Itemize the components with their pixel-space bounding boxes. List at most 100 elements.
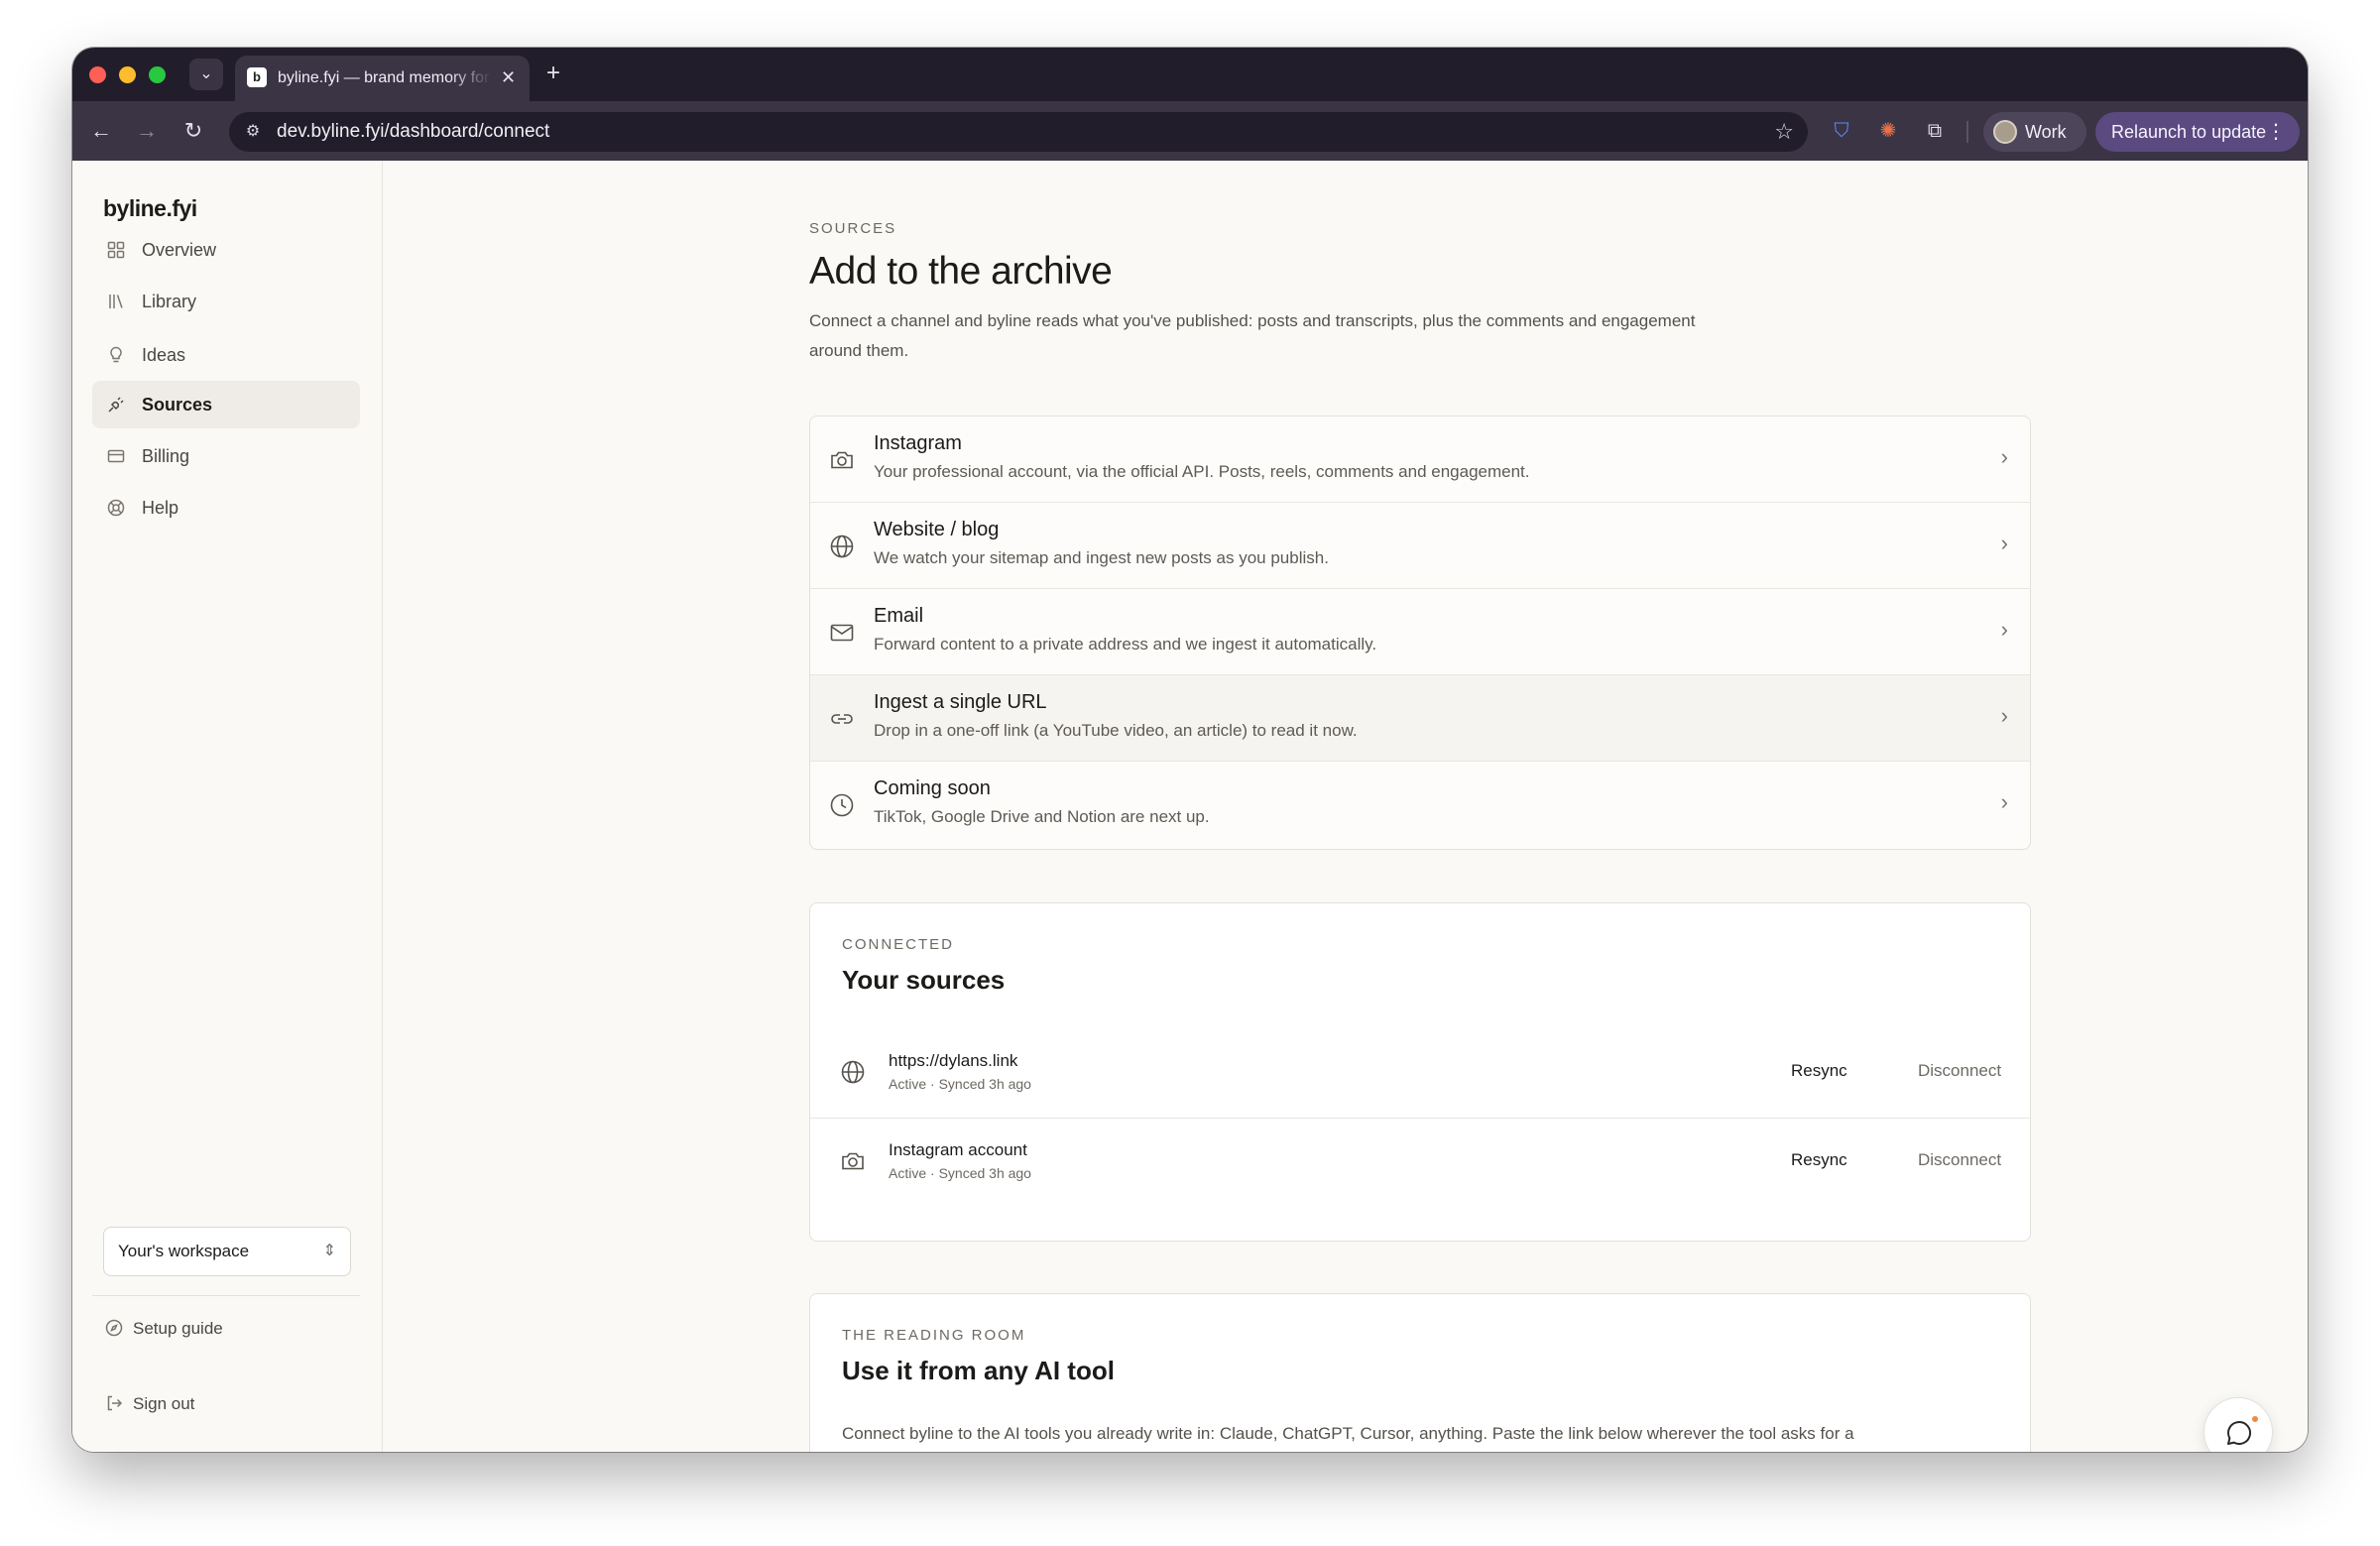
connected-eyebrow: CONNECTED — [842, 936, 955, 953]
reload-icon[interactable]: ↻ — [178, 117, 208, 145]
source-title: Email — [874, 605, 924, 627]
close-tab-icon[interactable]: ✕ — [501, 65, 516, 89]
page-intro: Connect a channel and byline reads what … — [809, 311, 1696, 360]
books-icon — [105, 278, 127, 329]
back-arrow-icon[interactable]: ← — [86, 117, 116, 145]
reading-room-eyebrow: THE READING ROOM — [842, 1327, 1026, 1344]
page-eyebrow: SOURCES — [809, 220, 897, 237]
chevron-right-icon: › — [2000, 617, 2008, 642]
favicon-icon: b — [247, 67, 267, 87]
close-window-button[interactable] — [89, 66, 106, 83]
workspace-name: Your's workspace — [118, 1242, 250, 1260]
browser-tab[interactable]: b byline.fyi — brand memory for creators… — [235, 56, 530, 101]
page-title: Add to the archive — [809, 250, 1113, 293]
lifebuoy-icon — [105, 484, 127, 535]
extensions-puzzle-icon[interactable]: ⧉ — [1921, 117, 1949, 145]
chevron-right-icon: › — [2000, 789, 2008, 814]
connected-sources-card: CONNECTED Your sources https://dylans.li… — [809, 902, 2031, 1242]
camera-icon — [840, 1148, 868, 1176]
site-settings-icon[interactable]: ⚙ — [241, 120, 265, 144]
sidebar-item-label: Sources — [142, 395, 213, 415]
notification-dot — [2250, 1414, 2260, 1424]
toolbar-divider — [1966, 121, 1968, 143]
credit-card-icon — [105, 432, 127, 484]
sidebar-divider — [92, 1295, 360, 1296]
connected-source-row: https://dylans.link Active · Synced 3h a… — [810, 1029, 2030, 1119]
camera-icon — [829, 447, 857, 475]
source-description: We watch your sitemap and ingest new pos… — [874, 548, 1329, 567]
minimize-window-button[interactable] — [119, 66, 136, 83]
browser-window: ⌄ b byline.fyi — brand memory for creato… — [72, 48, 2308, 1452]
shield-extension-icon[interactable]: ⛉ — [1828, 117, 1855, 145]
profile-button[interactable]: Work — [1983, 112, 2086, 152]
avatar — [1993, 120, 2017, 144]
setup-guide-label: Setup guide — [133, 1319, 223, 1338]
sidebar-item-billing[interactable]: Billing — [92, 432, 360, 480]
chevron-up-down-icon: ⇕ — [322, 1243, 336, 1259]
profile-label: Work — [2025, 122, 2067, 142]
reading-room-text: Connect byline to the AI tools you alrea… — [842, 1424, 1854, 1443]
kebab-menu-icon: ⋮ — [2266, 121, 2286, 143]
source-option-website[interactable]: Website / blog We watch your sitemap and… — [810, 503, 2030, 589]
sidebar-item-label: Library — [142, 292, 197, 311]
chevron-right-icon: › — [2000, 703, 2008, 728]
source-description: TikTok, Google Drive and Notion are next… — [874, 807, 1210, 826]
disconnect-button[interactable]: Disconnect — [1918, 1150, 2001, 1170]
chat-bubble-icon — [2227, 1420, 2251, 1445]
sidebar-item-label: Help — [142, 498, 179, 518]
source-title: Instagram — [874, 432, 962, 454]
grid-icon — [105, 226, 127, 278]
source-option-instagram[interactable]: Instagram Your professional account, via… — [810, 416, 2030, 503]
source-option-single-url[interactable]: Ingest a single URL Drop in a one-off li… — [810, 675, 2030, 762]
sign-out-label: Sign out — [133, 1394, 195, 1413]
globe-icon — [829, 534, 857, 561]
workspace-switcher[interactable]: Your's workspace ⇕ — [103, 1227, 351, 1276]
source-status: Active · Synced 3h ago — [889, 1165, 1031, 1181]
link-icon — [829, 706, 857, 734]
reading-room-title: Use it from any AI tool — [842, 1356, 1115, 1385]
brand-logo[interactable]: byline.fyi — [103, 195, 197, 222]
tab-strip: ⌄ b byline.fyi — brand memory for creato… — [72, 48, 2308, 101]
address-bar[interactable]: ⚙ dev.byline.fyi/dashboard/connect ☆ — [229, 112, 1808, 152]
connected-source-row: Instagram account Active · Synced 3h ago… — [810, 1119, 2030, 1208]
sidebar-item-label: Billing — [142, 446, 190, 466]
resync-button[interactable]: Resync — [1791, 1150, 1847, 1170]
compass-icon — [103, 1317, 125, 1341]
source-description: Your professional account, via the offic… — [874, 462, 1530, 481]
sparkle-extension-icon[interactable]: ✺ — [1874, 117, 1902, 145]
chevron-down-icon: ⌄ — [199, 65, 213, 82]
source-option-email[interactable]: Email Forward content to a private addre… — [810, 589, 2030, 675]
lightbulb-icon — [105, 331, 127, 383]
sign-out-link[interactable]: Sign out — [103, 1392, 194, 1416]
sidebar-item-overview[interactable]: Overview — [92, 226, 360, 274]
sidebar-item-help[interactable]: Help — [92, 484, 360, 532]
tab-search-button[interactable]: ⌄ — [189, 59, 223, 90]
globe-icon — [840, 1059, 868, 1087]
source-description: Drop in a one-off link (a YouTube video,… — [874, 721, 1358, 740]
setup-guide-link[interactable]: Setup guide — [103, 1317, 223, 1341]
bookmark-star-icon[interactable]: ☆ — [1774, 118, 1794, 146]
forward-arrow-icon[interactable]: → — [132, 117, 162, 145]
reading-room-card: THE READING ROOM Use it from any AI tool… — [809, 1293, 2031, 1452]
sidebar: byline.fyi Overview Library Ideas Source… — [72, 161, 383, 1452]
disconnect-button[interactable]: Disconnect — [1918, 1061, 2001, 1081]
maximize-window-button[interactable] — [149, 66, 166, 83]
source-options-list: Instagram Your professional account, via… — [809, 416, 2031, 850]
plug-icon — [105, 381, 127, 432]
sidebar-item-ideas[interactable]: Ideas — [92, 331, 360, 379]
url-text[interactable]: dev.byline.fyi/dashboard/connect — [277, 121, 549, 143]
sidebar-item-sources[interactable]: Sources — [92, 381, 360, 428]
source-title: Ingest a single URL — [874, 691, 1047, 713]
source-name: Instagram account — [889, 1140, 1027, 1159]
source-option-coming-soon[interactable]: Coming soon TikTok, Google Drive and Not… — [810, 762, 2030, 848]
browser-toolbar: ← → ↻ ⚙ dev.byline.fyi/dashboard/connect… — [72, 101, 2308, 161]
relaunch-button[interactable]: Relaunch to update ⋮ — [2095, 112, 2300, 152]
chevron-right-icon: › — [2000, 531, 2008, 555]
mail-icon — [829, 620, 857, 648]
resync-button[interactable]: Resync — [1791, 1061, 1847, 1081]
new-tab-icon[interactable]: + — [546, 59, 560, 87]
main-content: SOURCES Add to the archive Connect a cha… — [384, 161, 2308, 1452]
source-status: Active · Synced 3h ago — [889, 1076, 1031, 1092]
sidebar-item-library[interactable]: Library — [92, 278, 360, 325]
chevron-right-icon: › — [2000, 444, 2008, 469]
